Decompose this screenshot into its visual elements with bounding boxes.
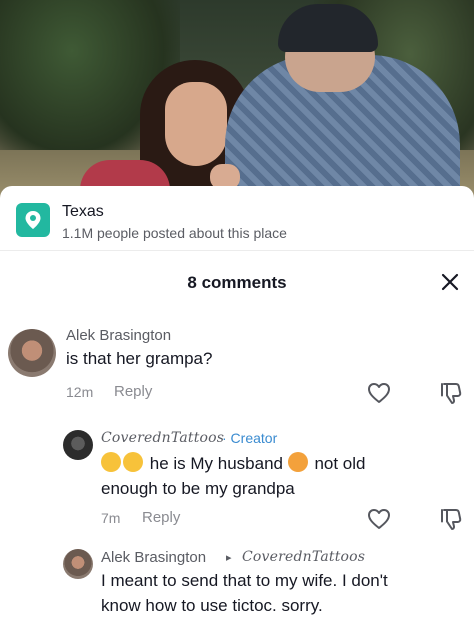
- smiling-hearts-emoji: [287, 452, 308, 472]
- dislike-icon[interactable]: [438, 506, 464, 532]
- location-pin-icon[interactable]: [16, 203, 50, 237]
- reply-button[interactable]: Reply: [142, 509, 180, 526]
- comment-author[interactable]: Alek Brasington: [101, 549, 206, 566]
- comments-count-title: 8 comments: [187, 273, 287, 292]
- reply-to-author[interactable]: CoverednTattoos: [242, 549, 365, 565]
- reply-to-arrow: ▸: [226, 552, 232, 564]
- laughing-tears-emoji: [123, 452, 143, 472]
- avatar[interactable]: [63, 430, 93, 460]
- comment-timestamp: 7m: [101, 510, 121, 526]
- heart-icon[interactable]: [366, 506, 392, 532]
- heart-icon[interactable]: [366, 380, 392, 406]
- creator-badge: · Creator: [222, 430, 278, 446]
- comment-text: I meant to send that to my wife. I don't: [101, 571, 388, 590]
- comment-text: know how to use tictoc. sorry.: [101, 596, 323, 615]
- post-video-frame[interactable]: [0, 0, 474, 200]
- comment-text: enough to be my grandpa: [101, 479, 295, 498]
- avatar[interactable]: [8, 329, 56, 377]
- comment-author[interactable]: Alek Brasington: [66, 327, 171, 344]
- close-icon[interactable]: [436, 268, 464, 296]
- laughing-tears-emoji: [101, 452, 121, 472]
- comment-text: not old: [314, 454, 366, 473]
- divider: [0, 250, 474, 251]
- woman-face: [165, 82, 227, 166]
- location-stats: 1.1M people posted about this place: [62, 225, 287, 241]
- comment-text: he is My husband: [149, 454, 283, 473]
- dislike-icon[interactable]: [438, 380, 464, 406]
- avatar[interactable]: [63, 549, 93, 579]
- comment-text-line: he is My husband not old: [101, 452, 366, 476]
- comment-author[interactable]: CoverednTattoos: [101, 430, 224, 446]
- comment-text: is that her grampa?: [66, 349, 213, 368]
- location-name[interactable]: Texas: [62, 203, 104, 221]
- comment-timestamp: 12m: [66, 384, 94, 400]
- reply-button[interactable]: Reply: [114, 383, 152, 400]
